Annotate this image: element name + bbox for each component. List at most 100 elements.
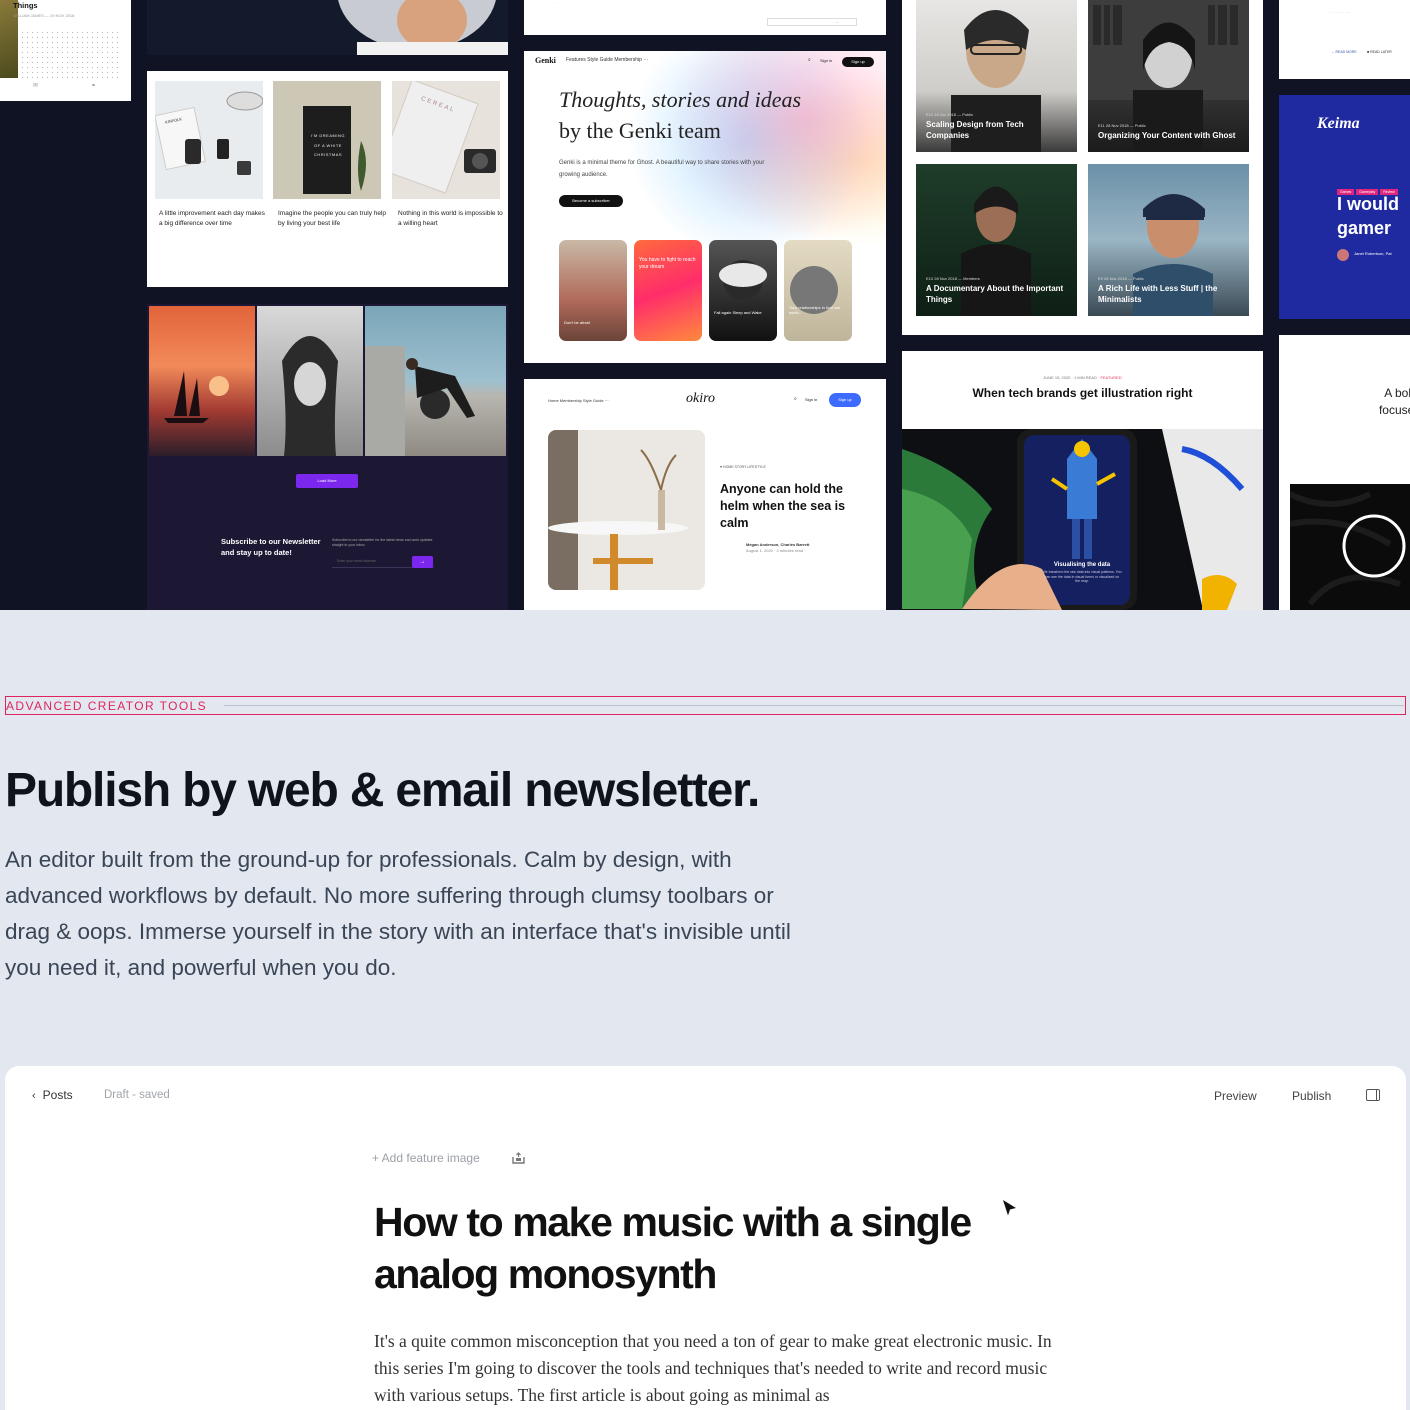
theme-preview-card[interactable]	[147, 0, 508, 55]
image-upload-icon[interactable]	[512, 1152, 525, 1164]
tile-title: Fall again Sleep and Wake	[714, 310, 762, 315]
product-photo: CEREAL	[379, 79, 500, 199]
product-photo: KINFOLK	[154, 81, 264, 199]
publish-button[interactable]: Publish	[1292, 1089, 1331, 1103]
episode-meta: E10 28 Nov 2018 — Members	[926, 276, 980, 282]
theme-preview-card[interactable]: A bold, focused	[1279, 335, 1410, 610]
post-tile[interactable]: Don't be afraid	[559, 240, 627, 341]
post-caption[interactable]: Imagine the people you can truly help by…	[278, 209, 388, 230]
editor-window: ‹ Posts Draft - saved Preview Publish + A…	[5, 1066, 1406, 1410]
tile-title: Don't be afraid	[564, 320, 590, 325]
post-author: Megan Anderson, Charles Barrett August 1…	[746, 542, 809, 554]
episode-card[interactable]: E12 16 Oct 2018 — Public Scaling Design f…	[916, 0, 1077, 152]
dot-pattern	[20, 30, 120, 80]
episode-title: Scaling Design from Tech Companies	[926, 120, 1024, 141]
newsletter-heading: Subscribe to our Newsletter and stay up …	[221, 537, 321, 558]
subscribe-link[interactable]: ⎯	[836, 20, 838, 25]
mail-icon: ✉	[33, 83, 39, 89]
illustration-caption: Visualising the data	[1053, 562, 1111, 568]
episode-title: A Documentary About the Important Things	[926, 284, 1064, 305]
theme-preview-card[interactable]: E12 16 Oct 2018 — Public Scaling Design f…	[902, 0, 1263, 335]
posts-label: Posts	[42, 1088, 73, 1102]
post-date: August 1, 2020 · 2 minutes read	[746, 548, 803, 553]
theme-preview-card[interactable]: Home Membership Style Guide ··· okiro ⌕ …	[524, 379, 886, 610]
read-later-link[interactable]: ■ READ LATER	[1367, 50, 1392, 55]
theme-preview-card[interactable]: Genki Features Style Guide Membership ··…	[524, 51, 886, 363]
theme-preview-card[interactable]: KINFOLK I'M DREAMING OF A WHITE CHRISTMA…	[147, 71, 508, 287]
post-headline[interactable]: When tech brands get illustration right	[972, 385, 1193, 401]
post-headline[interactable]: Anyone can hold the helm when the sea is…	[720, 481, 870, 532]
load-more-button[interactable]: Load More	[296, 474, 358, 488]
theme-preview-card[interactable]: · ⎯	[524, 0, 886, 35]
episode-card[interactable]: E11 28 Nov 2018 — Public Organizing Your …	[1088, 0, 1249, 152]
portrait-photo	[257, 306, 363, 456]
newsletter-text: Subscribe to our newsletter for the late…	[332, 538, 433, 548]
section-eyebrow-row: ADVANCED CREATOR TOOLS	[5, 696, 1406, 715]
brand-logo[interactable]: Keima	[1317, 115, 1360, 133]
product-photo: I'M DREAMING OF A WHITE CHRISTMAS	[273, 81, 381, 199]
signup-button[interactable]: Sign up	[842, 57, 874, 67]
episode-title: A Rich Life with Less Stuff | the Minima…	[1098, 284, 1218, 305]
post-author: Janet Robertson, Pat	[1354, 251, 1392, 256]
subscribe-arrow-button[interactable]: →	[412, 556, 433, 568]
sunset-photo	[149, 306, 255, 456]
draft-status: Draft - saved	[104, 1089, 170, 1101]
search-icon[interactable]: ⌕	[794, 396, 797, 403]
theme-gallery: Things WILLIAM JAMES — 29 NOV 2018 ✉ ⚭ K…	[0, 0, 1410, 610]
card-text: · · · · · · · ·	[1331, 10, 1350, 15]
email-input[interactable]	[767, 18, 857, 26]
theme-preview-card[interactable]: Things WILLIAM JAMES — 29 NOV 2018 ✉ ⚭	[0, 0, 131, 101]
episode-card[interactable]: E10 28 Nov 2018 — Members A Documentary A…	[916, 164, 1077, 316]
brand-logo[interactable]: Genki	[535, 56, 556, 65]
sidebar-toggle-icon[interactable]	[1366, 1089, 1380, 1101]
post-tile[interactable]: You have to fight to reach your dream	[634, 240, 702, 341]
post-caption[interactable]: A little improvement each day makes a bi…	[159, 209, 269, 230]
post-caption[interactable]: Nothing in this world is impossible to a…	[398, 209, 508, 230]
featured-tag[interactable]: FEATURED	[1100, 375, 1121, 380]
illustration-subcaption: We transform the raw data into visual pa…	[1042, 570, 1122, 584]
post-tags[interactable]: ♥ HOME STORY LIFESTYLE	[720, 465, 766, 469]
card-text: ·	[554, 0, 556, 5]
hero-italic: Thoughts, stories and ideas	[559, 87, 802, 112]
back-to-posts-link[interactable]: ‹ Posts	[32, 1088, 73, 1102]
theme-preview-card[interactable]: · · · · · · · · → READ MORE ■ READ LATER	[1279, 0, 1410, 79]
read-more-link[interactable]: → READ MORE	[1331, 50, 1357, 55]
nav-menu[interactable]: Features Style Guide Membership ···	[566, 57, 648, 63]
brand-logo[interactable]: okiro	[686, 391, 715, 407]
workout-photo	[365, 306, 506, 456]
post-tile[interactable]: Your relationships in love are worth...	[784, 240, 852, 341]
theme-preview-card[interactable]: Keima Games Gameplay Review I would gamer …	[1279, 95, 1410, 319]
episode-meta: E11 28 Nov 2018 — Public	[1098, 122, 1146, 128]
tile-title: Your relationships in love are worth...	[789, 305, 841, 316]
post-title-input[interactable]: How to make music with a single analog m…	[374, 1196, 1034, 1300]
search-icon[interactable]: ⌕	[808, 57, 811, 64]
card-meta: WILLIAM JAMES — 29 NOV 2018	[13, 13, 75, 18]
section-description: An editor built from the ground-up for p…	[5, 847, 791, 980]
dark-image	[1290, 484, 1410, 610]
section-title: Publish by web & email newsletter.	[5, 764, 760, 817]
post-body-editor[interactable]: It's a quite common misconception that y…	[374, 1328, 1054, 1409]
signup-button[interactable]: Sign up	[829, 393, 861, 407]
theme-preview-card[interactable]: JUNE 15, 2020 · 1 MIN READ · FEATURED Wh…	[902, 351, 1263, 610]
preview-button[interactable]: Preview	[1214, 1089, 1257, 1103]
post-photo	[548, 430, 705, 590]
add-feature-image-button[interactable]: + Add feature image	[372, 1151, 480, 1165]
header-photo	[147, 0, 508, 55]
nav-menu[interactable]: Home Membership Style Guide ···	[548, 398, 609, 403]
theme-preview-card[interactable]: Load More Subscribe to our Newsletter an…	[147, 304, 508, 610]
section-eyebrow: ADVANCED CREATOR TOOLS	[6, 699, 208, 713]
episode-label: E12 16 Oct 2018 — Public Scaling Design f…	[926, 112, 1066, 142]
tile-title: You have to fight to reach your dream	[639, 257, 696, 270]
signin-link[interactable]: Sign in	[820, 58, 832, 63]
subscribe-button[interactable]: Become a subscriber	[559, 195, 623, 207]
avatar	[1337, 249, 1349, 261]
hero-heading: Thoughts, stories and ideas by the Genki…	[559, 85, 819, 147]
post-meta: JUNE 15, 2020 · 1 MIN READ · FEATURED	[902, 375, 1263, 380]
signin-link[interactable]: Sign in	[805, 397, 817, 402]
post-tile[interactable]: Fall again Sleep and Wake	[709, 240, 777, 341]
episode-card[interactable]: E9 28 Nov 2018 — Public A Rich Life with …	[1088, 164, 1249, 316]
card-image	[0, 0, 18, 78]
card-text: A bold, focused	[1378, 386, 1410, 418]
post-headline[interactable]: I would gamer	[1337, 192, 1410, 241]
post-date: JUNE 15, 2020 · 1 MIN READ ·	[1043, 375, 1100, 380]
